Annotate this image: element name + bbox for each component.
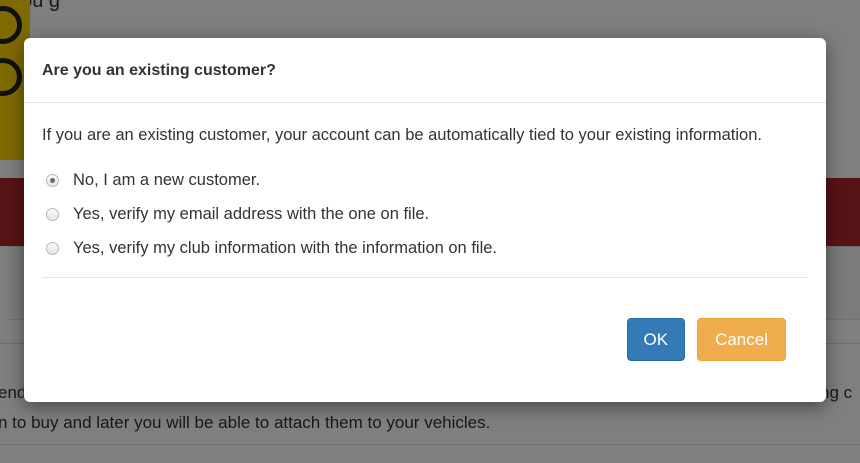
- existing-customer-dialog: Are you an existing customer? If you are…: [24, 38, 826, 402]
- cancel-button[interactable]: Cancel: [697, 318, 786, 361]
- dialog-message: If you are an existing customer, your ac…: [42, 126, 762, 144]
- option-new-customer[interactable]: No, I am a new customer.: [42, 163, 808, 197]
- option-label: Yes, verify my email address with the on…: [73, 204, 430, 223]
- option-label: Yes, verify my club information with the…: [73, 238, 497, 257]
- option-verify-club[interactable]: Yes, verify my club information with the…: [42, 231, 808, 265]
- dialog-divider: [42, 277, 808, 278]
- option-label: No, I am a new customer.: [73, 170, 261, 189]
- radio-verify-email[interactable]: [46, 207, 59, 221]
- dialog-header: Are you an existing customer?: [24, 38, 826, 103]
- option-verify-email[interactable]: Yes, verify my email address with the on…: [42, 197, 808, 231]
- dialog-body: If you are an existing customer, your ac…: [24, 103, 826, 265]
- radio-verify-club[interactable]: [46, 241, 59, 255]
- radio-new-customer[interactable]: [46, 173, 59, 187]
- dialog-footer: OK Cancel: [626, 318, 786, 361]
- dialog-title: Are you an existing customer?: [42, 62, 276, 79]
- ok-button[interactable]: OK: [626, 318, 686, 361]
